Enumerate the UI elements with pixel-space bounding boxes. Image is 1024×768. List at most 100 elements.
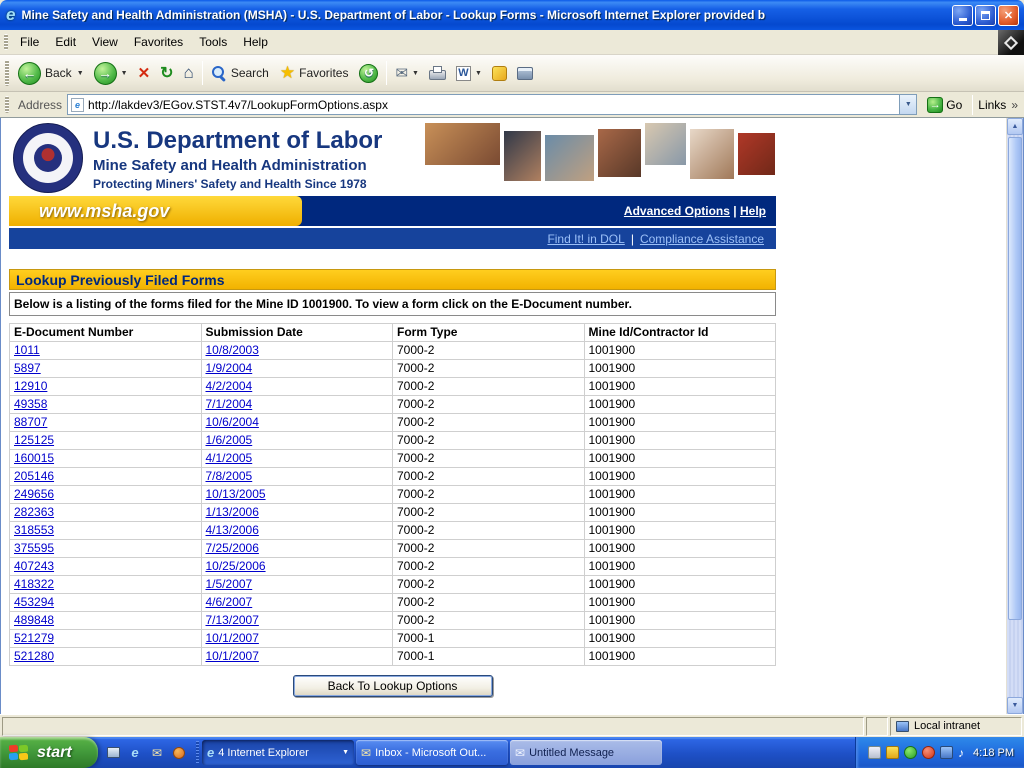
tray-icon-1[interactable] [868,746,881,759]
edocument-link[interactable]: 205146 [14,469,54,483]
dol-masthead: U.S. Department of Labor Mine Safety and… [9,118,776,196]
submission-date-link[interactable]: 7/8/2005 [206,469,253,483]
chevron-down-icon[interactable]: ▼ [475,70,482,77]
favorites-button[interactable]: ★ Favorites [275,60,355,86]
address-dropdown-button[interactable]: ▼ [899,95,916,114]
menubar-gripper[interactable] [4,34,8,51]
scroll-thumb[interactable] [1008,137,1022,620]
taskbar-button-untitled-message[interactable]: ✉ Untitled Message [510,740,662,765]
submission-date-link[interactable]: 4/13/2006 [206,523,259,537]
mail-button[interactable]: ✉ ▼ [390,61,424,85]
home-button[interactable]: ⌂ [179,60,199,86]
forward-button[interactable]: → ▼ [89,59,133,88]
submission-date-link[interactable]: 10/25/2006 [206,559,266,573]
chevron-down-icon[interactable]: ▼ [77,70,84,77]
messenger-button[interactable] [487,63,512,84]
close-button[interactable]: ✕ [998,5,1019,26]
edocument-link[interactable]: 375595 [14,541,54,555]
scroll-down-button[interactable]: ▼ [1007,697,1023,714]
edocument-link[interactable]: 249656 [14,487,54,501]
edocument-link[interactable]: 160015 [14,451,54,465]
addressbar-gripper[interactable] [5,96,9,114]
menu-file[interactable]: File [12,32,47,52]
edocument-link[interactable]: 12910 [14,379,47,393]
submission-date-link[interactable]: 4/6/2007 [206,595,253,609]
links-label[interactable]: Links [978,98,1006,112]
submission-date-link[interactable]: 4/1/2005 [206,451,253,465]
taskbar-button-internet-explorer-group[interactable]: e 4 Internet Explorer ▼ [202,740,354,765]
volume-icon[interactable]: ♪ [958,746,964,759]
refresh-button[interactable]: ↻ [155,60,178,86]
back-button[interactable]: ← Back ▼ [13,59,89,88]
maximize-button[interactable] [975,5,996,26]
submission-date-link[interactable]: 10/1/2007 [206,649,259,663]
tray-icon-2[interactable] [886,746,899,759]
chevron-down-icon[interactable]: ▼ [121,70,128,77]
ie-quicklaunch-icon[interactable]: e [127,745,143,761]
edocument-link[interactable]: 88707 [14,415,47,429]
submission-date-link[interactable]: 1/5/2007 [206,577,253,591]
find-it-link[interactable]: Find It! in DOL [547,232,624,246]
edocument-link[interactable]: 521279 [14,631,54,645]
minimize-button[interactable] [952,5,973,26]
menu-tools[interactable]: Tools [191,32,235,52]
advanced-options-link[interactable]: Advanced Options [624,204,730,218]
scroll-track[interactable] [1007,135,1023,697]
edocument-link[interactable]: 49358 [14,397,47,411]
form-type-cell: 7000-2 [393,342,585,360]
network-icon[interactable] [940,746,953,759]
edocument-link[interactable]: 407243 [14,559,54,573]
start-button[interactable]: start [0,737,98,768]
edit-button[interactable]: W ▼ [451,63,487,84]
tray-icon-4[interactable] [922,746,935,759]
tray-icon-3[interactable] [904,746,917,759]
edocument-link[interactable]: 521280 [14,649,54,663]
menu-edit[interactable]: Edit [47,32,84,52]
compliance-assistance-link[interactable]: Compliance Assistance [640,232,764,246]
discuss-button[interactable] [512,64,538,83]
edocument-link[interactable]: 489848 [14,613,54,627]
submission-date-link[interactable]: 1/6/2005 [206,433,253,447]
submission-date-link[interactable]: 4/2/2004 [206,379,253,393]
edocument-link[interactable]: 282363 [14,505,54,519]
menu-favorites[interactable]: Favorites [126,32,191,52]
stop-button[interactable]: ✕ [133,61,156,85]
submission-date-link[interactable]: 1/13/2006 [206,505,259,519]
edocument-link[interactable]: 318553 [14,523,54,537]
scroll-up-button[interactable]: ▲ [1007,118,1023,135]
help-link[interactable]: Help [740,204,766,218]
go-button[interactable]: → Go [922,96,967,114]
table-row: 40724310/25/20067000-21001900 [10,558,776,576]
back-to-lookup-options-button[interactable]: Back To Lookup Options [293,675,493,697]
submission-date-link[interactable]: 10/1/2007 [206,631,259,645]
history-button[interactable]: ↺ [354,61,383,86]
print-button[interactable] [424,63,451,83]
taskbar-button-outlook-inbox[interactable]: ✉ Inbox - Microsoft Out... [356,740,508,765]
chevron-right-icon[interactable]: » [1011,98,1020,112]
outlook-quicklaunch-icon[interactable]: ✉ [149,745,165,761]
address-input[interactable]: e http://lakdev3/EGov.STST.4v7/LookupFor… [67,94,917,115]
vertical-scrollbar[interactable]: ▲ ▼ [1006,118,1023,714]
show-desktop-icon[interactable] [105,745,121,761]
search-button[interactable]: Search [206,62,275,84]
msha-nav-band: www.msha.gov Advanced Options | Help [9,196,776,226]
submission-date-link[interactable]: 7/1/2004 [206,397,253,411]
media-quicklaunch-icon[interactable] [171,745,187,761]
edocument-link[interactable]: 125125 [14,433,54,447]
chevron-down-icon[interactable]: ▼ [412,70,419,77]
edocument-link[interactable]: 418322 [14,577,54,591]
edocument-link[interactable]: 5897 [14,361,41,375]
edocument-link[interactable]: 1011 [14,343,40,357]
edocument-link[interactable]: 453294 [14,595,54,609]
toolbar-gripper[interactable] [5,60,9,85]
submission-date-link[interactable]: 1/9/2004 [206,361,253,375]
submission-date-link[interactable]: 10/13/2005 [206,487,266,501]
submission-date-link[interactable]: 10/6/2004 [206,415,259,429]
submission-date-link[interactable]: 10/8/2003 [206,343,259,357]
submission-date-link[interactable]: 7/25/2006 [206,541,259,555]
msha-site-tab[interactable]: www.msha.gov [9,196,302,226]
submission-date-link[interactable]: 7/13/2007 [206,613,259,627]
taskbar-clock[interactable]: 4:18 PM [973,747,1014,759]
menu-view[interactable]: View [84,32,126,52]
menu-help[interactable]: Help [235,32,276,52]
